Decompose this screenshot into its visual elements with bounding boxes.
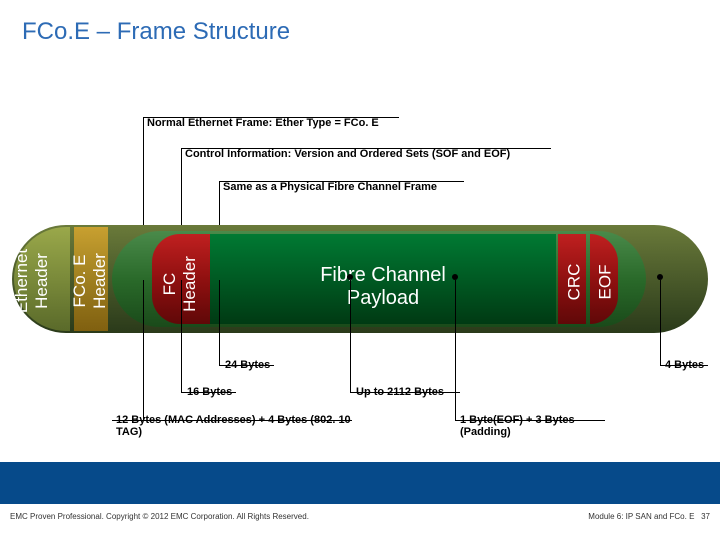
anno-normal-frame: Normal Ethernet Frame: Ether Type = FCo.…: [147, 117, 379, 129]
seg-crc: CRC: [558, 234, 586, 324]
connector-line: [181, 148, 551, 149]
anno-upto: Up to 2112 Bytes: [356, 386, 444, 398]
seg-ethernet-header: EthernetHeader: [14, 227, 70, 331]
connector-line: [219, 280, 220, 365]
connector-dot: [347, 274, 353, 280]
label-fcoe: FCo. EHeader: [70, 253, 109, 309]
anno-control-info: Control Information: Version and Ordered…: [185, 148, 510, 160]
label-ethernet: EthernetHeader: [12, 249, 51, 313]
connector-line: [143, 280, 144, 420]
frame-diagram: EthernetHeader FCo. EHeader FCS FCHeader…: [12, 225, 708, 333]
anno-same-as: Same as a Physical Fibre Channel Frame: [223, 181, 437, 193]
connector-line: [660, 280, 661, 365]
connector-dot: [452, 274, 458, 280]
anno-1byte: 1 Byte(EOF) + 3 Bytes (Padding): [460, 414, 620, 438]
footer-band: [0, 462, 720, 504]
footer-copyright: EMC Proven Professional. Copyright © 201…: [10, 512, 309, 521]
label-fc: FCHeader: [160, 256, 199, 312]
footer-module: Module 6: IP SAN and FCo. E 37: [588, 512, 710, 521]
anno-24bytes: 24 Bytes: [225, 359, 270, 371]
seg-payload: Fibre ChannelPayload: [210, 234, 556, 324]
connector-line: [219, 181, 464, 182]
label-eof: EOF: [595, 265, 615, 300]
label-fcs: FCS: [675, 262, 695, 296]
connector-line: [455, 280, 456, 420]
connector-line: [143, 117, 399, 118]
connector-dot: [657, 274, 663, 280]
connector-line: [181, 280, 182, 392]
seg-fcoe-header: FCo. EHeader: [74, 227, 108, 331]
anno-16bytes: 16 Bytes: [187, 386, 232, 398]
anno-12bytes: 12 Bytes (MAC Addresses) + 4 Bytes (802.…: [116, 414, 356, 438]
inner-fc-frame: FCHeader Fibre ChannelPayload CRC EOF: [112, 231, 646, 327]
label-crc: CRC: [564, 264, 584, 301]
label-payload: Fibre ChannelPayload: [210, 264, 556, 310]
page-title: FCo.E – Frame Structure: [0, 0, 720, 46]
connector-line: [350, 280, 351, 392]
anno-4bytes: 4 Bytes: [665, 359, 704, 371]
seg-eof: EOF: [590, 234, 618, 324]
